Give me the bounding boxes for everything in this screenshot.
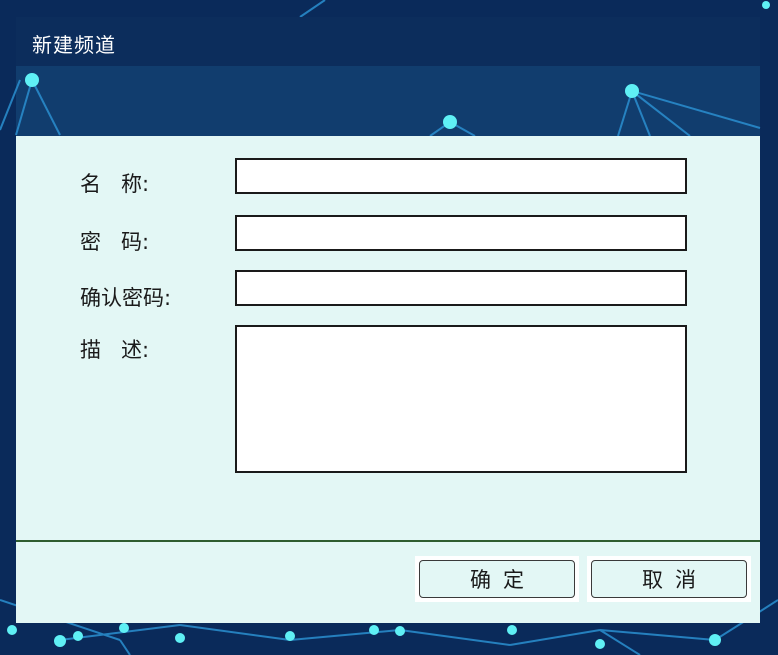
- screen: 新建频道 名 称: 密 码: 确认密码: 描 述: 确定 取消: [0, 0, 778, 655]
- new-channel-dialog: 新建频道 名 称: 密 码: 确认密码: 描 述: 确定 取消: [16, 17, 760, 623]
- confirm-password-label: 确认密码:: [80, 286, 172, 310]
- confirm-password-input[interactable]: [235, 270, 687, 306]
- dialog-body: 名 称: 密 码: 确认密码: 描 述: 确定 取消: [16, 136, 760, 623]
- footer-divider: [16, 540, 760, 542]
- ok-button[interactable]: 确定: [419, 560, 575, 598]
- dialog-banner: [16, 66, 760, 136]
- description-label: 描 述:: [80, 338, 150, 362]
- password-label: 密 码:: [80, 230, 150, 254]
- cancel-button[interactable]: 取消: [591, 560, 747, 598]
- name-label: 名 称:: [80, 172, 150, 196]
- dialog-titlebar: 新建频道: [16, 17, 760, 66]
- name-input[interactable]: [235, 158, 687, 194]
- description-textarea[interactable]: [235, 325, 687, 473]
- password-input[interactable]: [235, 215, 687, 251]
- dialog-title: 新建频道: [32, 33, 116, 57]
